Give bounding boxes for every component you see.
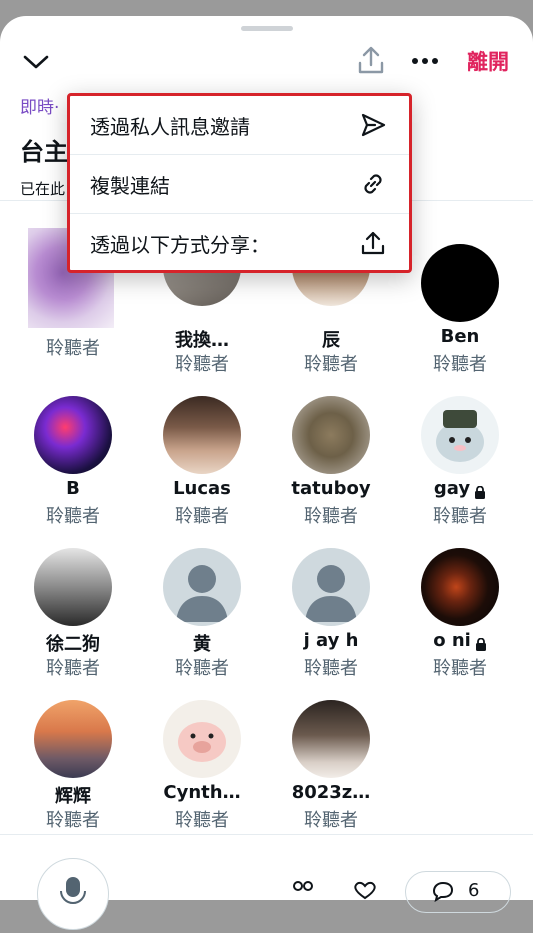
- participant-name: Lucas: [173, 478, 231, 499]
- avatar: [34, 700, 112, 778]
- participant-tile[interactable]: B 聆聽者: [8, 396, 138, 536]
- participant-role: 聆聽者: [46, 338, 100, 359]
- bottom-bar: 6: [0, 838, 533, 930]
- participant-name: 徐二狗: [46, 634, 100, 655]
- menu-item-label: 透過以下方式分享：: [90, 232, 270, 257]
- avatar: [163, 396, 241, 474]
- more-options-icon[interactable]: [408, 46, 442, 76]
- avatar: [34, 396, 112, 474]
- bottom-divider: [0, 834, 533, 835]
- share-via-menu-item[interactable]: 透過以下方式分享：: [70, 214, 409, 272]
- participant-role: 聆聽者: [304, 506, 358, 527]
- participant-tile[interactable]: 黄 聆聽者: [137, 548, 267, 688]
- participant-name: B: [66, 478, 80, 499]
- avatar-placeholder: [163, 548, 241, 626]
- participant-tile[interactable]: o ni 聆聽者: [395, 548, 525, 688]
- avatar: [421, 396, 499, 474]
- sheet-grabber[interactable]: [241, 26, 293, 31]
- participant-role: 聆聽者: [46, 658, 100, 679]
- participant-tile[interactable]: tatuboy 聆聽者: [266, 396, 396, 536]
- participant-role: 聆聽者: [304, 810, 358, 831]
- participant-name: 辉辉: [55, 786, 91, 807]
- participant-name: 我換…: [175, 330, 229, 351]
- participant-role: 聆聽者: [46, 810, 100, 831]
- participant-role: 聆聽者: [304, 658, 358, 679]
- participant-tile[interactable]: gay 聆聽者: [395, 396, 525, 536]
- comments-pill[interactable]: 6: [405, 871, 511, 913]
- avatar: [421, 548, 499, 626]
- avatar: [292, 396, 370, 474]
- space-title: 台主: [20, 138, 68, 166]
- participant-name: tatuboy: [291, 478, 371, 499]
- avatar: [292, 700, 370, 778]
- participant-name: Ben: [440, 326, 480, 347]
- heart-icon[interactable]: [350, 880, 380, 900]
- microphone-button[interactable]: [37, 858, 109, 930]
- share-menu: 透過私人訊息邀請 複製連結 透過以下方式分享：: [67, 93, 412, 273]
- participant-role: 聆聽者: [175, 810, 229, 831]
- participant-role: 聆聽者: [433, 354, 487, 375]
- avatar-placeholder: [292, 548, 370, 626]
- participant-name: gay: [395, 478, 525, 499]
- share-icon[interactable]: [354, 43, 388, 77]
- participant-tile[interactable]: 8023z… 聆聽者: [266, 700, 396, 840]
- participant-role: 聆聽者: [175, 354, 229, 375]
- participant-role: 聆聽者: [433, 658, 487, 679]
- participant-name: 黄: [193, 634, 211, 655]
- participant-name: j ay h: [303, 630, 359, 651]
- comment-count: 6: [468, 880, 480, 901]
- live-indicator: 即時·: [20, 98, 60, 118]
- avatar: [34, 548, 112, 626]
- copy-link-menu-item[interactable]: 複製連結: [70, 155, 409, 213]
- leave-button[interactable]: 離開: [467, 46, 509, 76]
- participant-role: 聆聽者: [304, 354, 358, 375]
- menu-item-label: 透過私人訊息邀請: [90, 114, 250, 139]
- participant-name: 辰: [322, 330, 340, 351]
- link-icon: [359, 170, 387, 198]
- participant-name: o ni: [395, 630, 525, 651]
- space-subtitle: 已在此: [20, 180, 66, 198]
- menu-item-label: 複製連結: [90, 173, 170, 198]
- avatar: [163, 700, 241, 778]
- people-icon[interactable]: [288, 880, 318, 900]
- collapse-chevron-icon[interactable]: [20, 48, 52, 76]
- participant-role: 聆聽者: [175, 506, 229, 527]
- participant-name: Cynth…: [163, 782, 241, 803]
- participant-tile[interactable]: 辉辉 聆聽者: [8, 700, 138, 840]
- lock-icon: [475, 635, 487, 651]
- participant-role: 聆聽者: [175, 658, 229, 679]
- participant-tile[interactable]: Cynth… 聆聽者: [137, 700, 267, 840]
- participant-tile[interactable]: 徐二狗 聆聽者: [8, 548, 138, 688]
- avatar: [421, 244, 499, 322]
- participant-name: 8023z…: [291, 782, 371, 803]
- send-icon: [359, 111, 387, 139]
- invite-via-dm-menu-item[interactable]: 透過私人訊息邀請: [70, 96, 409, 154]
- participant-tile[interactable]: Lucas 聆聽者: [137, 396, 267, 536]
- participant-tile[interactable]: j ay h 聆聽者: [266, 548, 396, 688]
- participant-tile[interactable]: Ben 聆聽者: [395, 228, 525, 375]
- participant-role: 聆聽者: [433, 506, 487, 527]
- participant-role: 聆聽者: [46, 506, 100, 527]
- share-icon: [359, 229, 387, 257]
- comment-icon: [430, 880, 456, 902]
- lock-icon: [474, 483, 486, 499]
